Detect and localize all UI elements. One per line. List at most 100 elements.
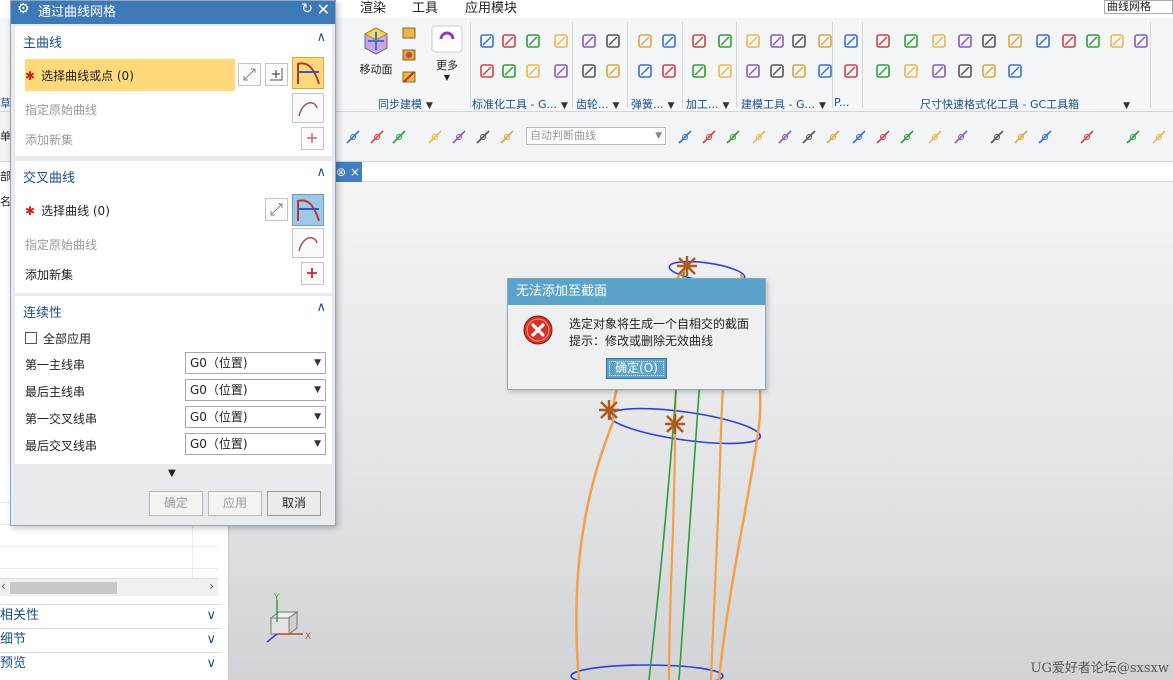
sync-icon-3[interactable] bbox=[400, 68, 418, 86]
first-primary-select[interactable]: G0（位置) ▼ bbox=[185, 352, 326, 374]
selection-tool-icon[interactable] bbox=[926, 128, 944, 146]
selection-tool-icon[interactable] bbox=[776, 128, 794, 146]
close-icon[interactable]: ✕ bbox=[317, 0, 330, 19]
ribbon-tool-icon[interactable] bbox=[902, 62, 920, 80]
selection-tool-icon[interactable] bbox=[850, 128, 868, 146]
navigator-horizontal-scrollbar[interactable]: ‹ › bbox=[0, 578, 218, 596]
ribbon-tool-icon[interactable] bbox=[956, 32, 974, 50]
tab-application[interactable]: 应用模块 bbox=[465, 0, 517, 16]
ribbon-tool-icon[interactable] bbox=[636, 62, 654, 80]
graphics-viewport[interactable]: Y X UG爱好者论坛@sxsxw bbox=[229, 182, 1173, 680]
selection-tool-icon[interactable] bbox=[390, 128, 408, 146]
selection-tool-icon[interactable] bbox=[368, 128, 386, 146]
ribbon-tool-icon[interactable] bbox=[500, 62, 518, 80]
ribbon-tool-icon[interactable] bbox=[690, 62, 708, 80]
move-face-button[interactable]: 移动面 bbox=[356, 24, 396, 77]
select-cross-curve-label[interactable]: ✱ 选择曲线 (0) bbox=[25, 202, 110, 219]
ribbon-tool-icon[interactable] bbox=[744, 32, 762, 50]
scroll-right-icon[interactable]: › bbox=[209, 579, 214, 593]
ribbon-tool-icon[interactable] bbox=[930, 62, 948, 80]
error-dialog-title[interactable]: 无法添加至截面 bbox=[508, 279, 765, 305]
ribbon-tool-icon[interactable] bbox=[716, 62, 734, 80]
dialog-title-bar[interactable]: 通过曲线网格 bbox=[11, 1, 335, 24]
tab-model[interactable]: ⊗ × bbox=[332, 162, 362, 182]
ribbon-tool-icon[interactable] bbox=[552, 32, 570, 50]
nav-section-details[interactable]: 细节 ∨ bbox=[0, 628, 222, 650]
last-cross-select[interactable]: G0（位置) ▼ bbox=[185, 433, 326, 455]
cross-curve-select-button[interactable] bbox=[292, 194, 324, 226]
specify-origin-button-2[interactable] bbox=[292, 228, 324, 258]
ribbon-tool-icon[interactable] bbox=[552, 62, 570, 80]
selection-tool-icon[interactable] bbox=[676, 128, 694, 146]
selection-tool-icon[interactable] bbox=[474, 128, 492, 146]
apply-all-checkbox[interactable] bbox=[25, 332, 37, 344]
ribbon-tool-icon[interactable] bbox=[604, 62, 622, 80]
selection-tool-icon[interactable] bbox=[700, 128, 718, 146]
add-new-set-button-2[interactable] bbox=[301, 262, 324, 285]
add-new-set-button[interactable] bbox=[301, 127, 324, 150]
selection-tool-icon[interactable] bbox=[498, 128, 516, 146]
selection-tool-icon[interactable] bbox=[750, 128, 768, 146]
ribbon-tool-icon[interactable] bbox=[1006, 32, 1024, 50]
ribbon-tool-icon[interactable] bbox=[790, 32, 808, 50]
selection-tool-icon[interactable] bbox=[1124, 128, 1142, 146]
selection-tool-icon[interactable] bbox=[874, 128, 892, 146]
more-button[interactable]: 更多 ▼ bbox=[428, 24, 466, 82]
ribbon-tool-icon[interactable] bbox=[790, 62, 808, 80]
selection-tool-icon[interactable] bbox=[1012, 128, 1030, 146]
reverse-direction-button[interactable] bbox=[238, 63, 261, 86]
ribbon-tool-icon[interactable] bbox=[580, 62, 598, 80]
selection-tool-icon[interactable] bbox=[344, 128, 362, 146]
command-search-input[interactable]: 曲线网格 bbox=[1104, 0, 1173, 14]
selection-tool-icon[interactable] bbox=[800, 128, 818, 146]
ribbon-tool-icon[interactable] bbox=[874, 62, 892, 80]
ribbon-tool-icon[interactable] bbox=[930, 32, 948, 50]
gear-icon[interactable]: ⚙ bbox=[17, 1, 30, 17]
ribbon-tool-icon[interactable] bbox=[500, 32, 518, 50]
reset-icon[interactable]: ↻ bbox=[301, 1, 313, 17]
selection-tool-icon[interactable] bbox=[824, 128, 842, 146]
sync-icon-2[interactable] bbox=[400, 46, 418, 64]
cancel-button[interactable]: 取消 bbox=[267, 491, 321, 516]
scroll-left-icon[interactable]: ‹ bbox=[1, 579, 6, 593]
ribbon-tool-icon[interactable] bbox=[842, 62, 860, 80]
ribbon-tool-icon[interactable] bbox=[580, 32, 598, 50]
ribbon-tool-icon[interactable] bbox=[768, 32, 786, 50]
selection-tool-icon[interactable] bbox=[898, 128, 916, 146]
cross-curves-header[interactable]: 交叉曲线 bbox=[23, 167, 75, 186]
scroll-thumb[interactable] bbox=[10, 582, 117, 594]
primary-curves-header[interactable]: 主曲线 bbox=[23, 32, 62, 51]
ribbon-tool-icon[interactable] bbox=[874, 32, 892, 50]
ribbon-tool-icon[interactable] bbox=[524, 62, 542, 80]
selection-tool-icon[interactable] bbox=[1036, 128, 1054, 146]
ribbon-tool-icon[interactable] bbox=[1034, 32, 1052, 50]
ribbon-tool-icon[interactable] bbox=[660, 62, 678, 80]
ribbon-tool-icon[interactable] bbox=[716, 32, 734, 50]
ribbon-tool-icon[interactable] bbox=[768, 62, 786, 80]
ribbon-tool-icon[interactable] bbox=[478, 32, 496, 50]
nav-section-dependencies[interactable]: 相关性 ∨ bbox=[0, 604, 222, 626]
curve-select-button[interactable] bbox=[292, 57, 324, 89]
sync-icon-1[interactable] bbox=[400, 24, 418, 42]
expand-more-icon[interactable]: ▼ bbox=[168, 468, 176, 479]
selection-tool-icon[interactable] bbox=[988, 128, 1006, 146]
chevron-up-icon[interactable]: ∧ bbox=[316, 165, 326, 180]
ribbon-tool-icon[interactable] bbox=[980, 62, 998, 80]
reverse-direction-button-2[interactable] bbox=[265, 198, 288, 221]
tab-render[interactable]: 渲染 bbox=[360, 0, 386, 16]
continuity-header[interactable]: 连续性 bbox=[23, 302, 62, 321]
tab-tools[interactable]: 工具 bbox=[412, 0, 438, 16]
last-primary-select[interactable]: G0（位置) ▼ bbox=[185, 379, 326, 401]
chevron-up-icon[interactable]: ∧ bbox=[316, 30, 326, 45]
ribbon-tool-icon[interactable] bbox=[902, 32, 920, 50]
selection-tool-icon[interactable] bbox=[1078, 128, 1096, 146]
ribbon-tool-icon[interactable] bbox=[1060, 32, 1078, 50]
ribbon-tool-icon[interactable] bbox=[842, 32, 860, 50]
ribbon-tool-icon[interactable] bbox=[524, 32, 542, 50]
nav-section-preview[interactable]: 预览 ∨ bbox=[0, 652, 222, 674]
ribbon-tool-icon[interactable] bbox=[744, 62, 762, 80]
ribbon-tool-icon[interactable] bbox=[478, 62, 496, 80]
selection-tool-icon[interactable] bbox=[1150, 128, 1168, 146]
ok-button[interactable]: 确定 bbox=[149, 491, 203, 516]
ribbon-tool-icon[interactable] bbox=[636, 32, 654, 50]
